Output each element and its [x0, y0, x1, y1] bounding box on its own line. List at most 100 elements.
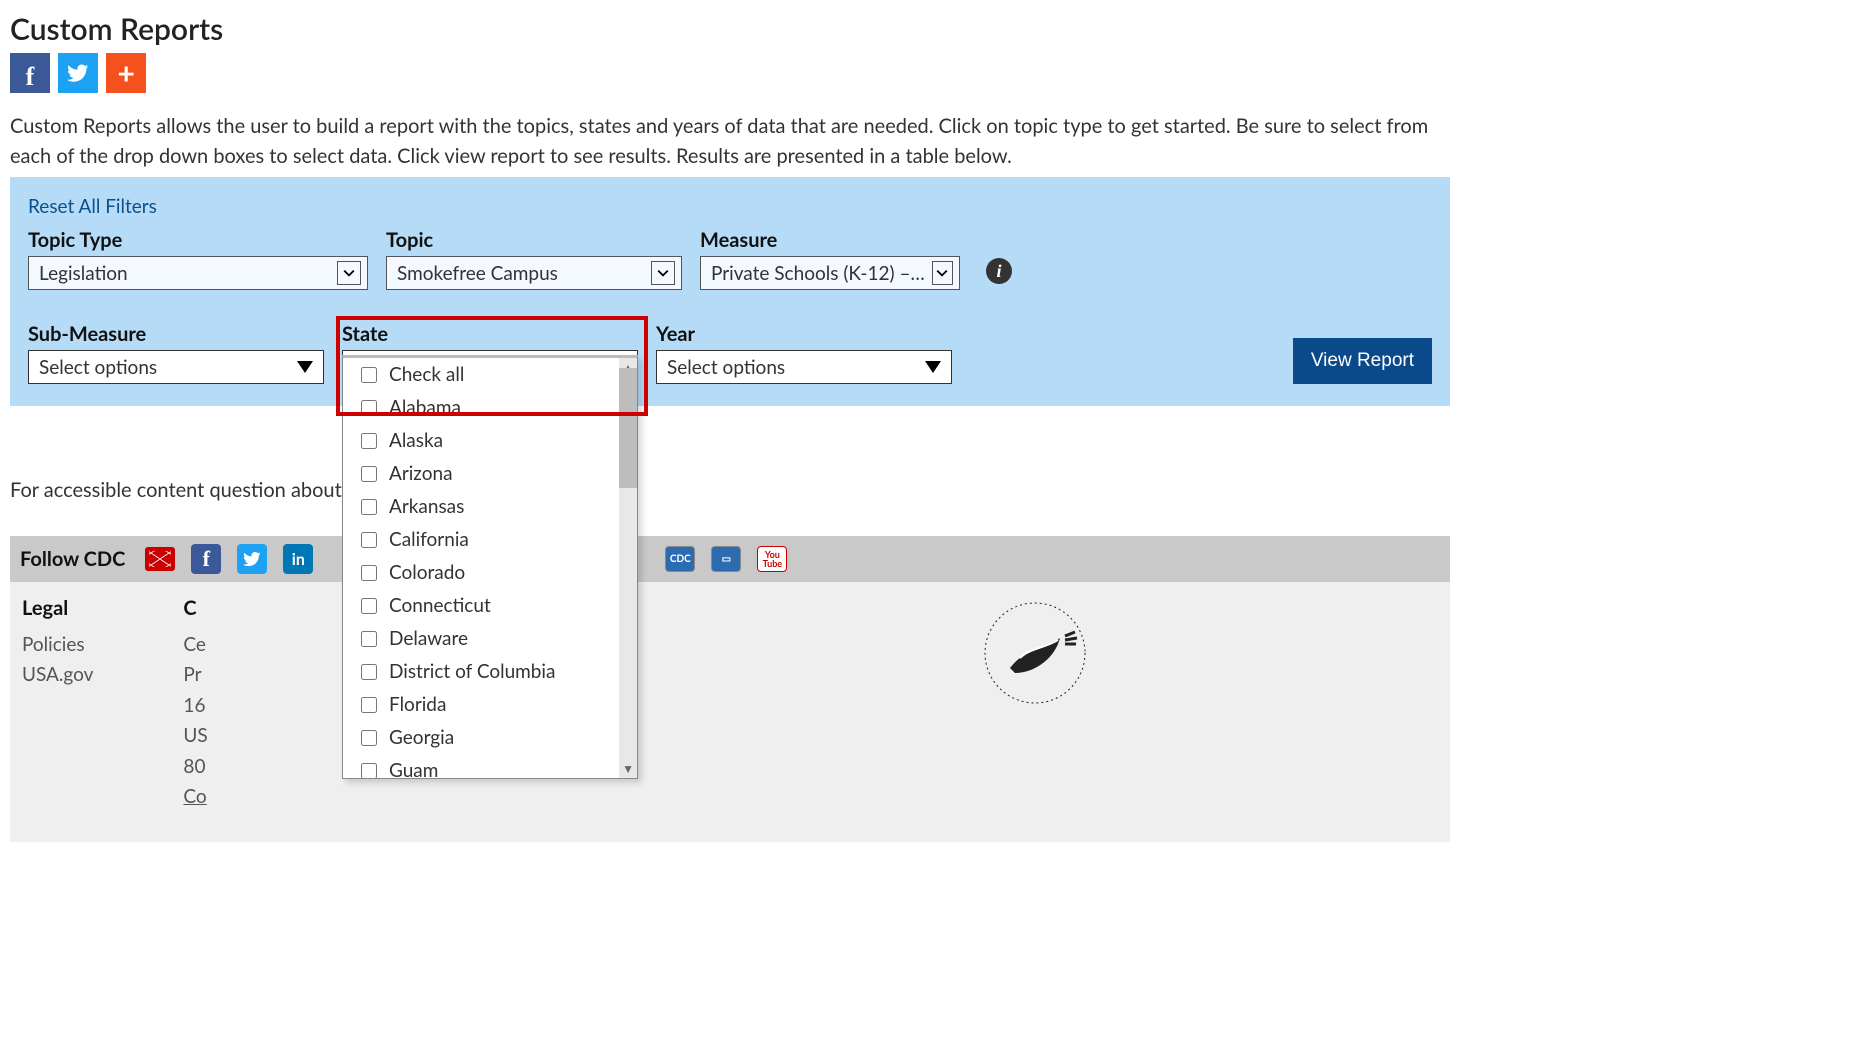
page-title: Custom Reports — [10, 11, 1450, 47]
state-option[interactable]: Alaska — [343, 424, 637, 457]
state-option-label: Alaska — [389, 429, 443, 452]
state-option-checkbox[interactable] — [361, 532, 377, 548]
state-option-checkbox[interactable] — [361, 730, 377, 746]
footer-contact-heading: C — [183, 596, 207, 620]
email-icon[interactable] — [145, 547, 175, 571]
footer-legal-link-policies[interactable]: Policies — [22, 630, 93, 660]
topic-type-value: Legislation — [39, 262, 128, 285]
state-option-label: Georgia — [389, 726, 454, 749]
view-report-button[interactable]: View Report — [1293, 338, 1432, 384]
info-icon[interactable]: i — [986, 258, 1012, 284]
chevron-down-icon — [337, 261, 361, 285]
sub-measure-placeholder: Select options — [39, 356, 157, 379]
state-option-checkbox[interactable] — [361, 367, 377, 383]
state-option-checkbox[interactable] — [361, 598, 377, 614]
footer-contact-line: Pr — [183, 660, 207, 690]
footer-legal-link-usagov[interactable]: USA.gov — [22, 660, 93, 690]
state-option[interactable]: Arizona — [343, 457, 637, 490]
topic-value: Smokefree Campus — [397, 262, 558, 285]
accessible-content-text: For accessible content question about th… — [10, 478, 1450, 502]
state-option-label: Check all — [389, 363, 464, 386]
state-option-label: Arizona — [389, 462, 453, 485]
scroll-down-icon[interactable]: ▼ — [622, 761, 634, 776]
state-option-checkbox[interactable] — [361, 697, 377, 713]
reset-all-filters-link[interactable]: Reset All Filters — [28, 195, 157, 218]
footer-contact-line: US — [183, 721, 207, 751]
sub-measure-select[interactable]: Select options — [28, 350, 324, 384]
triangle-down-icon — [297, 361, 313, 373]
triangle-down-icon — [925, 361, 941, 373]
chevron-down-icon — [932, 261, 953, 285]
state-option-label: Delaware — [389, 627, 468, 650]
page-footer: Follow CDC f in CDC ▭ YouTube Legal Poli… — [10, 536, 1450, 842]
slides-icon[interactable]: ▭ — [711, 546, 741, 572]
footer-contact-column: C Ce Pr 16 US 80 Co — [183, 596, 207, 812]
year-placeholder: Select options — [667, 356, 785, 379]
footer-legal-column: Legal Policies USA.gov — [22, 596, 93, 812]
share-row: f + — [10, 53, 1450, 93]
footer-contact-line: 16 — [183, 691, 207, 721]
state-option-label: Alabama — [389, 396, 461, 419]
state-option-label: Connecticut — [389, 594, 491, 617]
state-option[interactable]: Check all — [343, 358, 637, 391]
state-option[interactable]: Guam — [343, 754, 637, 778]
plus-icon: + — [118, 55, 135, 91]
chevron-down-icon — [651, 261, 675, 285]
state-option[interactable]: Florida — [343, 688, 637, 721]
measure-label: Measure — [700, 228, 960, 252]
state-option-checkbox[interactable] — [361, 466, 377, 482]
state-option-label: Florida — [389, 693, 446, 716]
intro-text: Custom Reports allows the user to build … — [10, 111, 1450, 171]
follow-cdc-label: Follow CDC — [20, 547, 125, 571]
state-option-label: Arkansas — [389, 495, 464, 518]
scrollbar-thumb[interactable] — [619, 368, 637, 488]
measure-select[interactable]: Private Schools (K-12) – OSH — [700, 256, 960, 290]
state-option[interactable]: Colorado — [343, 556, 637, 589]
twitter-icon — [67, 62, 89, 84]
sub-measure-label: Sub-Measure — [28, 322, 324, 346]
scrollbar-track[interactable]: ▲ ▼ — [619, 358, 637, 778]
state-option-label: California — [389, 528, 469, 551]
footer-contact-link[interactable]: Co — [183, 785, 206, 808]
share-addthis-button[interactable]: + — [106, 53, 146, 93]
filters-panel: Reset All Filters Topic Type Legislation… — [10, 177, 1450, 406]
state-option[interactable]: Alabama — [343, 391, 637, 424]
state-option-checkbox[interactable] — [361, 400, 377, 416]
twitter-icon[interactable] — [237, 544, 267, 574]
facebook-icon: f — [26, 62, 35, 92]
state-option-label: District of Columbia — [389, 660, 555, 683]
state-option[interactable]: Georgia — [343, 721, 637, 754]
state-option-label: Guam — [389, 759, 438, 778]
topic-label: Topic — [386, 228, 682, 252]
state-option-checkbox[interactable] — [361, 664, 377, 680]
state-option-checkbox[interactable] — [361, 631, 377, 647]
topic-type-select[interactable]: Legislation — [28, 256, 368, 290]
state-option[interactable]: Connecticut — [343, 589, 637, 622]
state-option[interactable]: Delaware — [343, 622, 637, 655]
state-option[interactable]: Arkansas — [343, 490, 637, 523]
measure-value: Private Schools (K-12) – OSH — [711, 262, 926, 285]
state-dropdown-panel: Check all Alabama Alaska Arizona Arkansas Cal… — [342, 355, 638, 779]
youtube-icon[interactable]: YouTube — [757, 546, 787, 572]
state-option[interactable]: District of Columbia — [343, 655, 637, 688]
facebook-icon[interactable]: f — [191, 544, 221, 574]
state-options-list[interactable]: Check all Alabama Alaska Arizona Arkansas Cal… — [343, 358, 637, 778]
state-option-label: Colorado — [389, 561, 465, 584]
state-label: State — [342, 322, 638, 346]
linkedin-icon[interactable]: in — [283, 544, 313, 574]
hhs-seal-icon — [980, 598, 1090, 712]
share-facebook-button[interactable]: f — [10, 53, 50, 93]
share-twitter-button[interactable] — [58, 53, 98, 93]
follow-cdc-bar: Follow CDC f in CDC ▭ YouTube — [10, 536, 1450, 582]
state-option-checkbox[interactable] — [361, 499, 377, 515]
year-select[interactable]: Select options — [656, 350, 952, 384]
footer-legal-heading: Legal — [22, 596, 93, 620]
state-option-checkbox[interactable] — [361, 763, 377, 779]
state-option[interactable]: California — [343, 523, 637, 556]
topic-select[interactable]: Smokefree Campus — [386, 256, 682, 290]
topic-type-label: Topic Type — [28, 228, 368, 252]
state-option-checkbox[interactable] — [361, 433, 377, 449]
cdc-badge-icon[interactable]: CDC — [665, 546, 695, 572]
state-option-checkbox[interactable] — [361, 565, 377, 581]
year-label: Year — [656, 322, 952, 346]
